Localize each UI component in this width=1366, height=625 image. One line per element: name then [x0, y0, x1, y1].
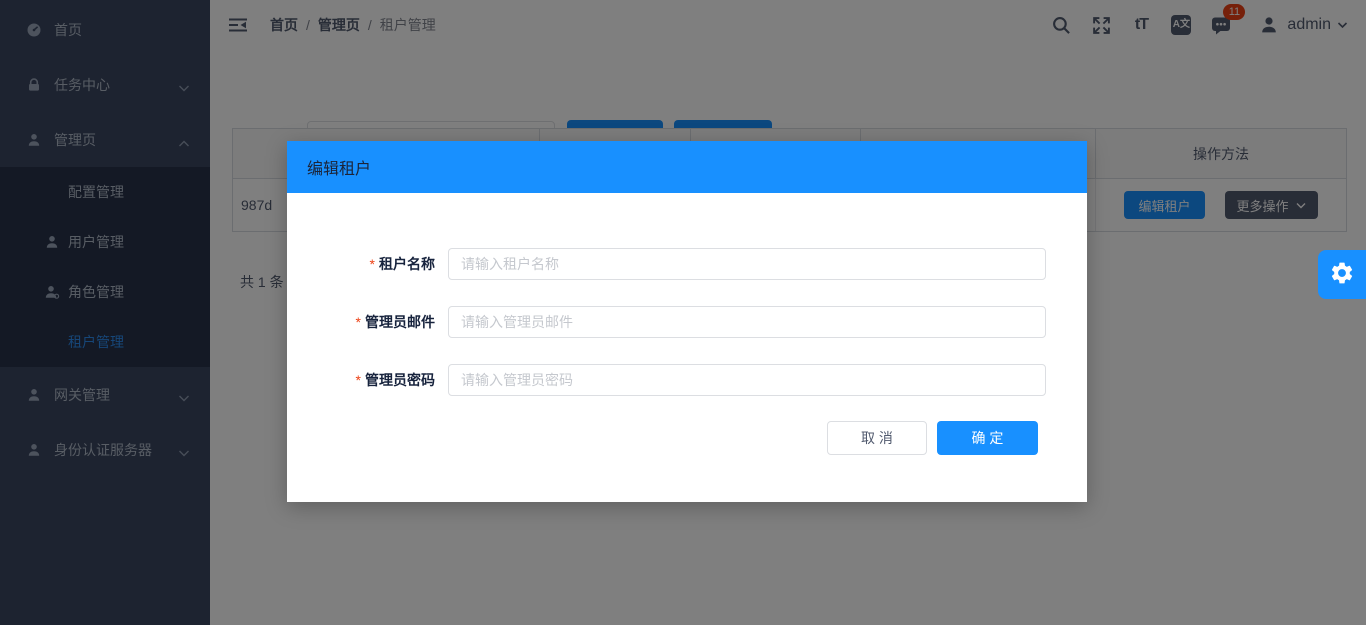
confirm-button[interactable]: 确 定	[937, 421, 1038, 455]
gear-icon	[1329, 260, 1355, 289]
cancel-button[interactable]: 取 消	[827, 421, 927, 455]
admin-email-label: *管理员邮件	[287, 306, 435, 338]
required-mark: *	[356, 314, 361, 330]
modal-header: 编辑租户	[287, 141, 1087, 193]
form-row-tenant-name: *租户名称	[287, 248, 1087, 280]
app-root: 首页 任务中心 管理页 配置管理	[0, 0, 1366, 625]
modal-title: 编辑租户	[307, 155, 371, 179]
form-row-admin-email: *管理员邮件	[287, 306, 1087, 338]
settings-button[interactable]	[1318, 250, 1366, 299]
required-mark: *	[356, 372, 361, 388]
required-mark: *	[370, 256, 375, 272]
admin-password-input[interactable]	[448, 364, 1046, 396]
tenant-name-label: *租户名称	[287, 248, 435, 280]
admin-email-input[interactable]	[448, 306, 1046, 338]
form-row-admin-password: *管理员密码	[287, 364, 1087, 396]
tenant-name-input[interactable]	[448, 248, 1046, 280]
edit-tenant-modal: 编辑租户 *租户名称 *管理员邮件 *管理员密码 取 消 确 定	[287, 141, 1087, 502]
admin-password-label: *管理员密码	[287, 364, 435, 396]
